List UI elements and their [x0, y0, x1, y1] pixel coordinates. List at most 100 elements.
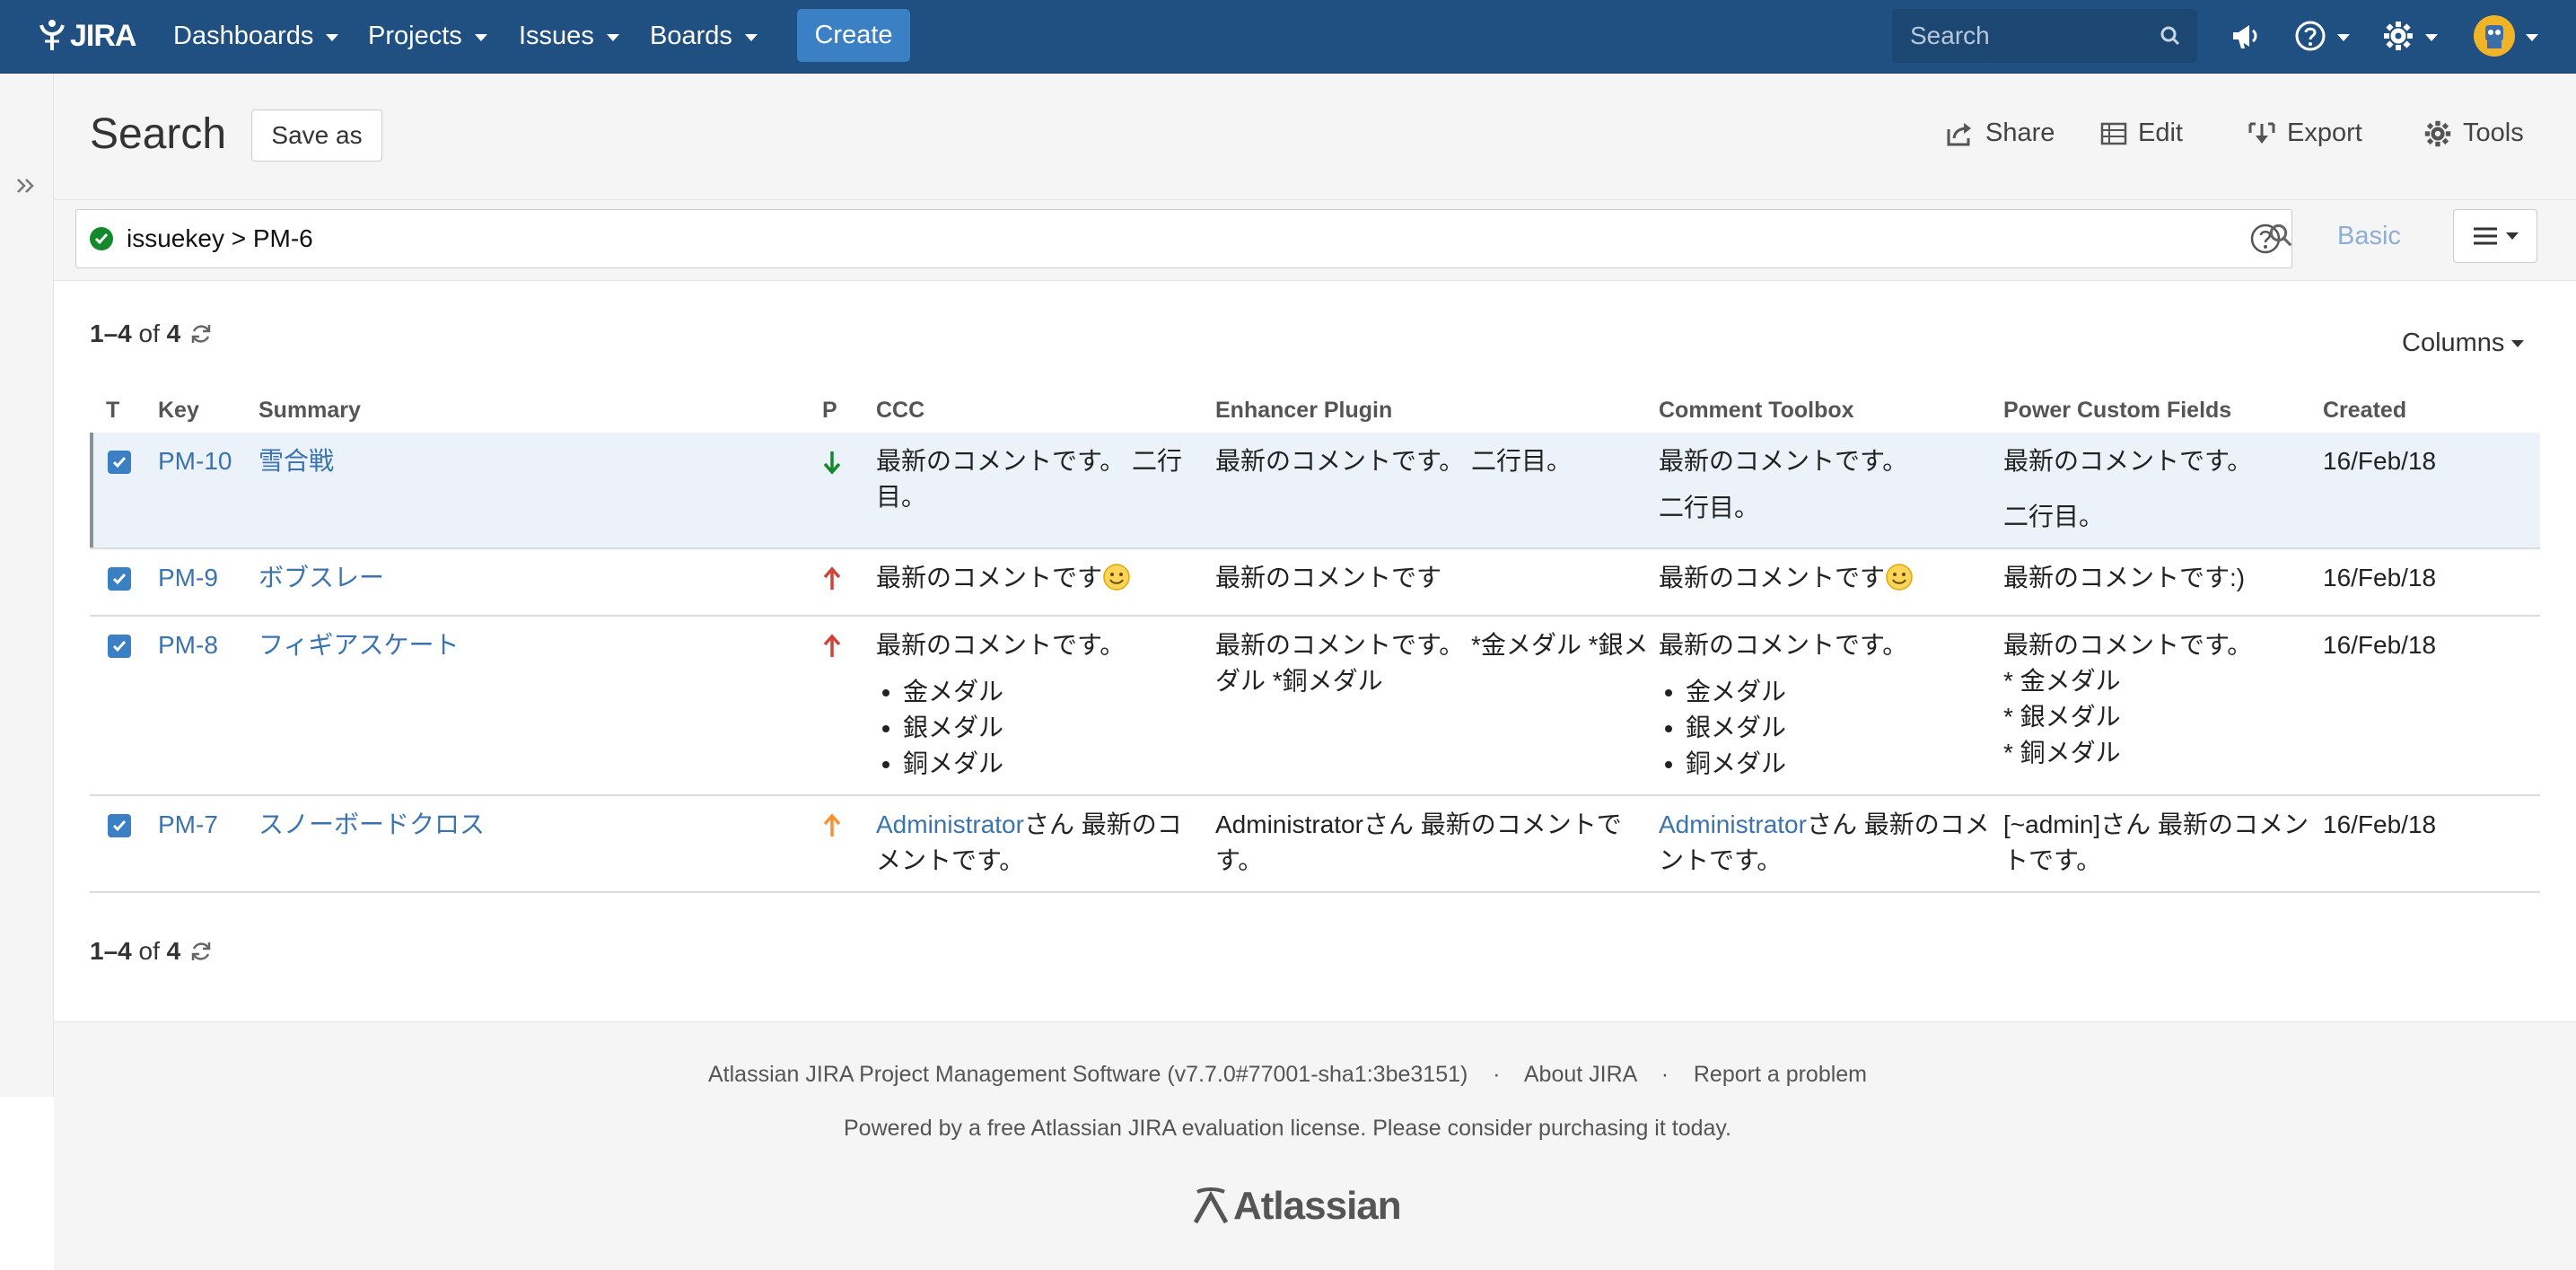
nav-issues-label: Issues — [519, 22, 594, 50]
chevron-down-icon — [606, 33, 619, 41]
help-menu[interactable] — [2294, 16, 2350, 56]
columns-button[interactable]: Columns — [2402, 328, 2525, 358]
collapsed-sidebar — [0, 74, 54, 1097]
nav-boards[interactable]: Boards — [650, 18, 758, 54]
chevron-down-icon — [2511, 339, 2525, 347]
count-range: 1–4 — [90, 937, 132, 965]
notifications-button[interactable] — [2230, 16, 2262, 56]
issue-summary-link[interactable]: スノーボードクロス — [258, 810, 485, 838]
results-count-bottom: 1–4 of 4 — [90, 937, 213, 966]
table-header-row: T Key Summary P CCC Enhancer Plugin Comm… — [90, 388, 2540, 433]
chevron-down-icon — [2506, 232, 2519, 240]
count-of: of — [138, 320, 160, 347]
header-summary[interactable]: Summary — [258, 388, 822, 433]
created-cell: 16/Feb/18 — [2323, 616, 2540, 796]
results-count: 1–4 of 4 — [90, 320, 213, 348]
refresh-icon[interactable] — [189, 322, 213, 346]
power-cell: 最新のコメントです。 二行目。 — [2003, 433, 2323, 549]
atlassian-logo-icon — [1193, 1187, 1229, 1224]
search-input[interactable] — [1908, 21, 2154, 51]
issue-key-link[interactable]: PM-9 — [158, 564, 218, 591]
checkbox-icon[interactable] — [108, 451, 131, 474]
header-power-custom-fields[interactable]: Power Custom Fields — [2003, 388, 2323, 433]
share-button[interactable]: Share — [1946, 118, 2055, 148]
toolbox-cell: 最新のコメントです。 二行目。 — [1659, 433, 2003, 549]
table-row[interactable]: PM-8 フィギアスケート 最新のコメントです。 金メダル 銀メダル 銅メダル … — [90, 616, 2540, 796]
issue-summary-link[interactable]: フィギアスケート — [258, 631, 459, 659]
header-comment-toolbox[interactable]: Comment Toolbox — [1659, 388, 2003, 433]
table-row[interactable]: PM-7 スノーボードクロス Administratorさん 最新のコメントです… — [90, 795, 2540, 893]
layout-switcher-button[interactable] — [2453, 209, 2537, 263]
issue-summary-link[interactable]: ボブスレー — [258, 564, 384, 591]
list-item: 金メダル — [903, 674, 1206, 710]
search-icon[interactable] — [2267, 222, 2294, 249]
issue-key-link[interactable]: PM-10 — [158, 447, 232, 475]
nav-dashboards[interactable]: Dashboards — [173, 18, 339, 54]
header-priority[interactable]: P — [822, 388, 876, 433]
ccc-cell: 最新のコメントです。 二行目。 — [876, 433, 1215, 549]
nav-boards-label: Boards — [650, 22, 732, 50]
edit-label: Edit — [2138, 118, 2183, 147]
columns-label: Columns — [2402, 328, 2505, 357]
jql-bar: issuekey > PM-6 Basic — [54, 200, 2576, 281]
enhancer-cell: 最新のコメントです — [1215, 548, 1659, 617]
list-item: 銅メダル — [903, 746, 1206, 782]
edit-icon — [2100, 122, 2127, 145]
admin-menu[interactable] — [2382, 16, 2438, 56]
atlassian-logo[interactable]: Atlassian — [1192, 1184, 1402, 1229]
nav-projects[interactable]: Projects — [368, 18, 487, 54]
chevron-down-icon — [2337, 33, 2350, 41]
checkbox-icon[interactable] — [108, 567, 131, 591]
table-row[interactable]: PM-9 ボブスレー 最新のコメントです 最新のコメントです 最新のコメントです… — [90, 548, 2540, 617]
smiley-icon — [1886, 564, 1913, 591]
priority-low-icon — [823, 451, 841, 475]
report-problem-link[interactable]: Report a problem — [1694, 1062, 1867, 1087]
page-title: Search — [90, 110, 227, 158]
header-type[interactable]: T — [90, 388, 158, 433]
basic-mode-link[interactable]: Basic — [2337, 222, 2401, 251]
power-line: 二行目。 — [2003, 503, 2105, 530]
valid-query-icon — [90, 227, 113, 250]
header-enhancer-plugin[interactable]: Enhancer Plugin — [1215, 388, 1659, 433]
count-total: 4 — [166, 937, 181, 965]
user-mention-link[interactable]: Administrator — [1659, 810, 1807, 838]
create-button[interactable]: Create — [797, 9, 910, 62]
power-cell: 最新のコメントです:) — [2003, 548, 2323, 617]
checkbox-icon[interactable] — [108, 814, 131, 837]
nav-dashboards-label: Dashboards — [173, 22, 314, 50]
about-jira-link[interactable]: About JIRA — [1524, 1062, 1636, 1087]
toolbox-line: 最新のコメントです。 — [1659, 447, 1908, 475]
checkbox-icon[interactable] — [108, 635, 131, 658]
chevron-down-icon — [744, 33, 758, 41]
table-row[interactable]: PM-10 雪合戦 最新のコメントです。 二行目。 最新のコメントです。 二行目… — [90, 433, 2540, 549]
header-ccc[interactable]: CCC — [876, 388, 1215, 433]
medal-list: 金メダル 銀メダル 銅メダル — [1659, 674, 1994, 782]
search-icon[interactable] — [2160, 25, 2181, 47]
power-line: * 金メダル — [2003, 667, 2121, 695]
profile-menu[interactable] — [2474, 15, 2538, 57]
issue-key-link[interactable]: PM-7 — [158, 810, 218, 838]
footer: Atlassian JIRA Project Management Softwa… — [54, 1021, 2576, 1270]
header-created[interactable]: Created — [2323, 388, 2540, 433]
tools-button[interactable]: Tools — [2423, 118, 2524, 148]
global-search — [1892, 9, 2197, 63]
user-mention-link[interactable]: Administrator — [876, 810, 1024, 838]
issue-summary-link[interactable]: 雪合戦 — [258, 447, 334, 475]
license-notice: Powered by a free Atlassian JIRA evaluat… — [844, 1116, 1731, 1141]
edit-button[interactable]: Edit — [2100, 118, 2183, 148]
refresh-icon[interactable] — [189, 940, 213, 963]
save-as-button[interactable]: Save as — [251, 109, 382, 162]
chevron-down-icon — [2425, 33, 2438, 41]
header-key[interactable]: Key — [158, 388, 258, 433]
jql-input[interactable]: issuekey > PM-6 — [75, 209, 2292, 268]
export-button[interactable]: Export — [2247, 118, 2362, 148]
jira-logo-icon — [39, 20, 65, 50]
priority-high-icon — [823, 634, 841, 657]
issue-key-link[interactable]: PM-8 — [158, 631, 218, 659]
power-line: * 銅メダル — [2003, 739, 2121, 766]
chevron-down-icon — [2526, 33, 2538, 41]
expand-sidebar-icon[interactable] — [14, 174, 38, 197]
nav-issues[interactable]: Issues — [519, 18, 619, 54]
jira-logo[interactable]: JIRA — [36, 14, 136, 57]
atlassian-wordmark: Atlassian — [1233, 1184, 1402, 1228]
